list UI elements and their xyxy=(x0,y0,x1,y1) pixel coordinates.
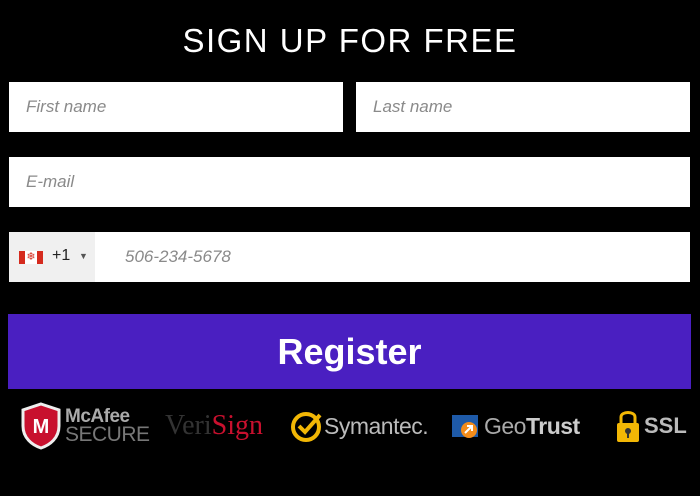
symantec-check-icon xyxy=(291,412,322,442)
page-title: SIGN UP FOR FREE xyxy=(182,22,518,59)
mcafee-badge: M McAfee SECURE xyxy=(20,396,150,456)
geotrust-arrow-icon xyxy=(452,415,478,438)
last-name-input[interactable] xyxy=(356,82,690,132)
geotrust-badge: GeoTrust xyxy=(452,396,580,456)
verisign-badge: Veri Sign xyxy=(165,396,263,456)
svg-text:M: M xyxy=(33,416,50,438)
verisign-part1: Veri xyxy=(165,410,212,441)
register-button[interactable]: Register xyxy=(8,314,691,389)
chevron-down-icon: ▼ xyxy=(79,251,88,261)
trust-badges: M McAfee SECURE Veri Sign Symantec. GeoTr… xyxy=(0,396,700,456)
mcafee-line2: SECURE xyxy=(65,423,150,446)
phone-field: ❄ +1 ▼ xyxy=(9,232,690,282)
country-code-selector[interactable]: ❄ +1 ▼ xyxy=(9,232,95,282)
email-input[interactable] xyxy=(9,157,690,207)
ssl-label: SSL xyxy=(644,413,687,438)
phone-input[interactable] xyxy=(108,232,688,282)
symantec-badge: Symantec. xyxy=(290,396,429,456)
symantec-label: Symantec. xyxy=(324,412,429,439)
padlock-icon xyxy=(617,411,639,442)
geotrust-part2: Trust xyxy=(525,412,580,439)
verisign-part2: Sign xyxy=(211,410,264,441)
mcafee-shield-icon: M xyxy=(21,402,61,450)
ssl-badge: SSL xyxy=(616,396,687,456)
canada-flag-icon: ❄ xyxy=(19,251,43,264)
geotrust-part1: Geo xyxy=(484,412,526,439)
dial-code: +1 xyxy=(52,247,71,264)
first-name-input[interactable] xyxy=(9,82,343,132)
